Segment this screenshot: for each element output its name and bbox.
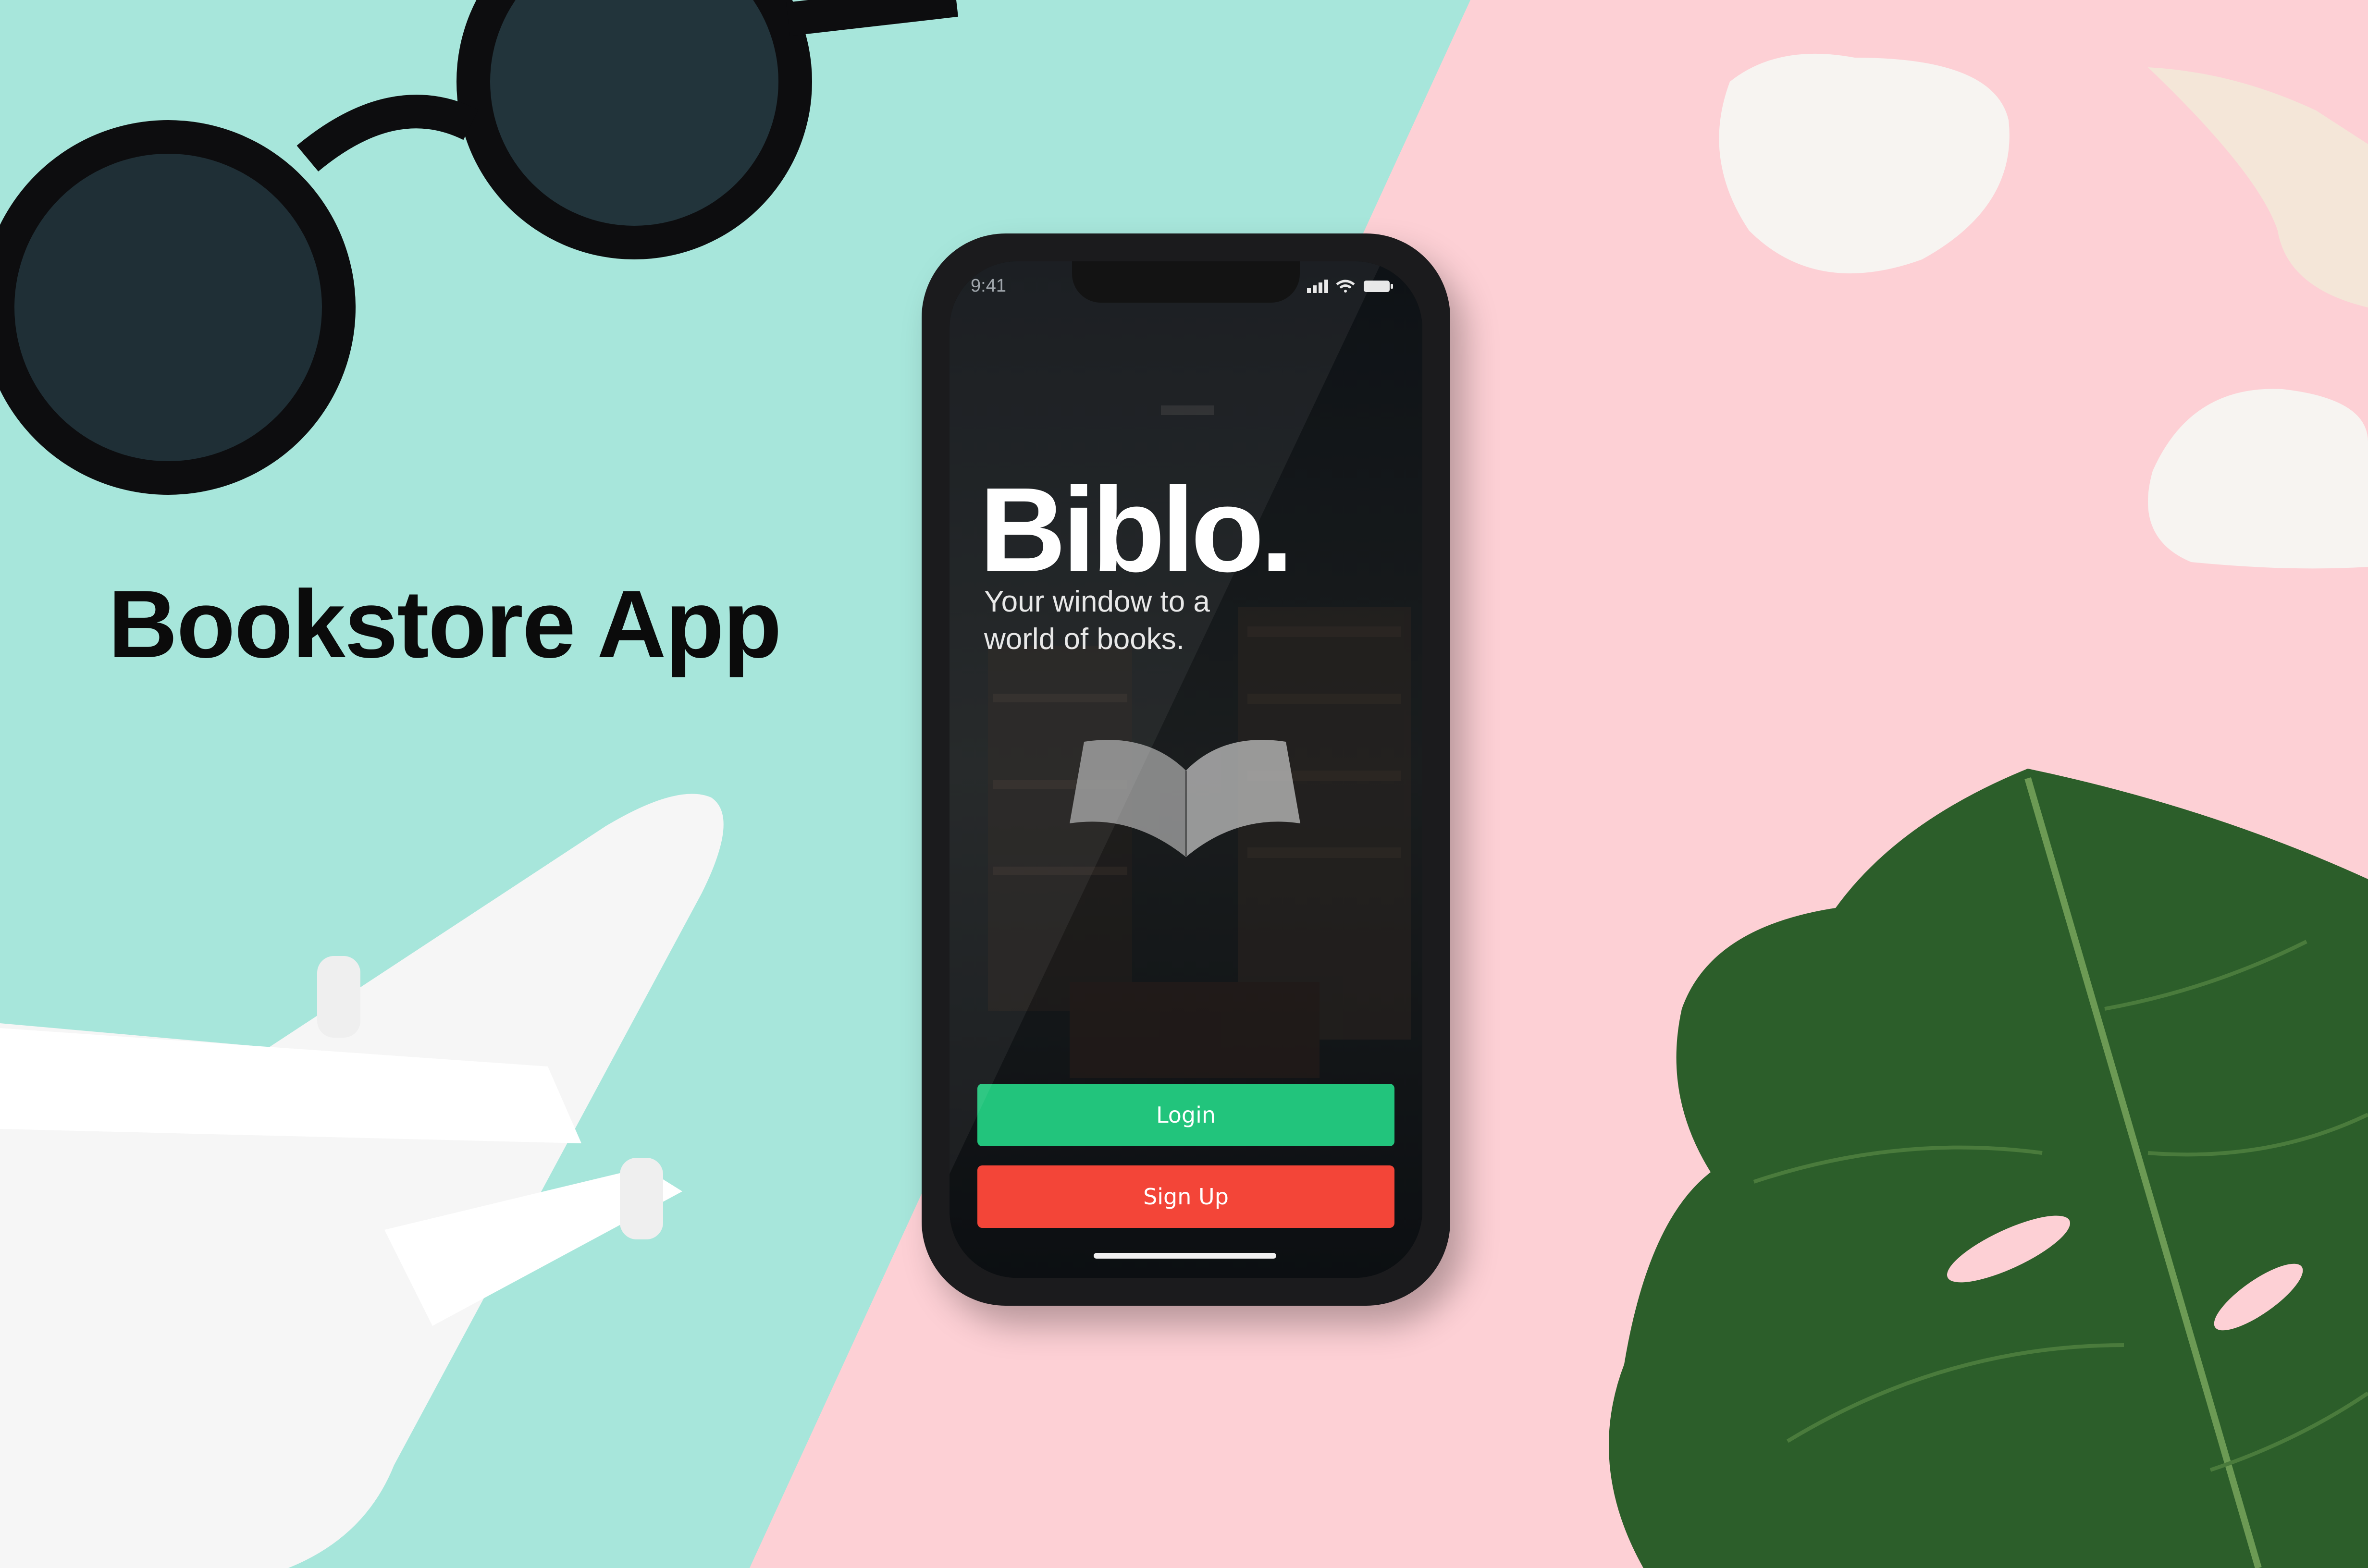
status-icons (1307, 280, 1393, 293)
login-button[interactable]: Login (977, 1084, 1394, 1146)
page-headline: Bookstore App (108, 571, 782, 678)
phone-mockup: 9:41 Biblo. Your window to a world of bo… (922, 233, 1450, 1306)
app-brand-name: Biblo. (979, 463, 1294, 597)
home-indicator[interactable] (1094, 1253, 1276, 1259)
toy-airplane-decoration (0, 794, 724, 1568)
monstera-leaf-decoration (1609, 769, 2368, 1568)
wifi-icon (1336, 280, 1355, 293)
sunglasses-decoration (0, 0, 958, 495)
signal-icon (1307, 280, 1328, 293)
app-tagline: Your window to a world of books. (984, 585, 1210, 656)
signup-button[interactable]: Sign Up (977, 1165, 1394, 1228)
battery-icon (1364, 281, 1393, 292)
seashell-decoration (2148, 67, 2368, 307)
phone-notch (1072, 261, 1300, 303)
phone-screen: 9:41 Biblo. Your window to a world of bo… (950, 261, 1422, 1278)
status-time: 9:41 (971, 276, 1006, 296)
